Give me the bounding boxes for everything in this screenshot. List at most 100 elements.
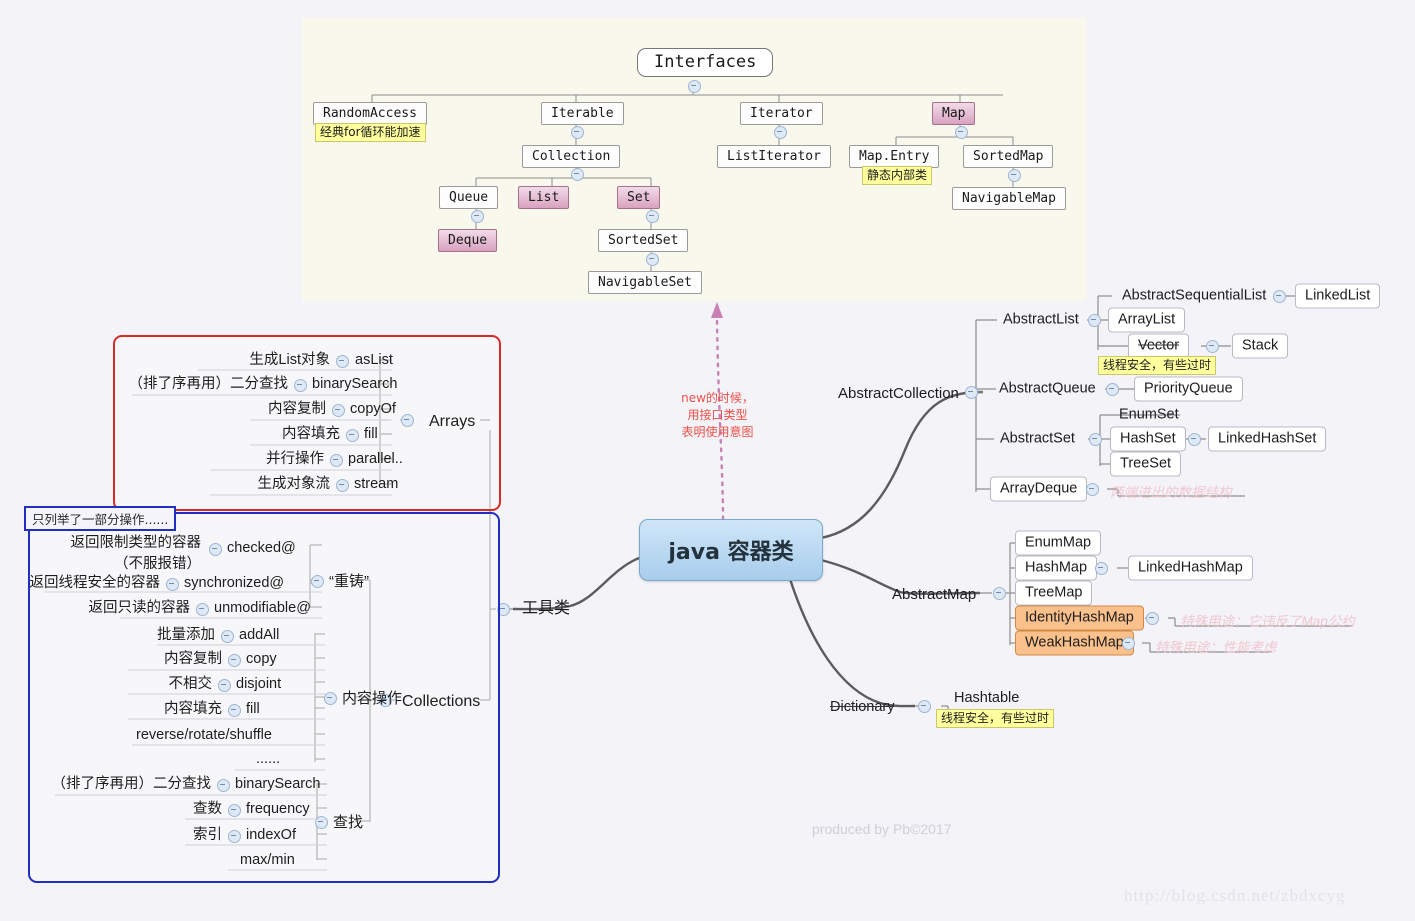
collapse-icon-search[interactable] <box>315 816 328 829</box>
node-linkedlist[interactable]: LinkedList <box>1295 283 1381 309</box>
node-arraydeque[interactable]: ArrayDeque <box>990 476 1088 502</box>
node-identityhashmap[interactable]: IdentityHashMap <box>1015 605 1144 631</box>
node-collection[interactable]: Collection <box>522 145 621 168</box>
arrays-item-5-method[interactable]: stream <box>354 475 398 493</box>
arrays-item-4-method[interactable]: parallel.. <box>348 450 403 468</box>
node-abstractlist[interactable]: AbstractList <box>1001 310 1081 331</box>
node-treemap[interactable]: TreeMap <box>1015 580 1093 606</box>
bullet-icon-aslist[interactable] <box>336 355 349 368</box>
node-enumset[interactable]: EnumSet <box>1117 405 1181 426</box>
collapse-icon-arraydeque[interactable] <box>1086 483 1099 496</box>
collapse-icon-interfaces[interactable] <box>688 80 701 93</box>
bullet-icon-addall[interactable] <box>221 630 234 643</box>
node-abstractmap[interactable]: AbstractMap <box>890 584 978 605</box>
bullet-icon-disjoint[interactable] <box>218 679 231 692</box>
collections-recast-2-method[interactable]: unmodifiable@ <box>214 599 311 617</box>
collapse-icon-iterator[interactable] <box>774 126 787 139</box>
collapse-icon-abstractsequentiallist[interactable] <box>1273 290 1286 303</box>
collections-search-2-method[interactable]: indexOf <box>246 826 296 844</box>
collections-search-1-method[interactable]: frequency <box>246 800 310 818</box>
node-stack[interactable]: Stack <box>1232 333 1289 359</box>
bullet-icon-copyof[interactable] <box>332 404 345 417</box>
bullet-icon-indexof[interactable] <box>228 830 241 843</box>
node-enummap[interactable]: EnumMap <box>1015 530 1102 556</box>
collections-title[interactable]: Collections <box>400 691 482 712</box>
collections-content-5-method[interactable]: ...... <box>256 750 280 768</box>
bullet-icon-collections-binarysearch[interactable] <box>217 779 230 792</box>
collections-content-2-method[interactable]: disjoint <box>236 675 281 693</box>
node-abstractsequentiallist[interactable]: AbstractSequentialList <box>1120 286 1268 307</box>
collections-search-3-method[interactable]: max/min <box>240 851 295 869</box>
bullet-icon-parallel[interactable] <box>330 454 343 467</box>
collapse-icon-map[interactable] <box>955 126 968 139</box>
bullet-icon-arrays-fill[interactable] <box>346 429 359 442</box>
collapse-icon-collection[interactable] <box>571 168 584 181</box>
collapse-icon-queue[interactable] <box>471 210 484 223</box>
collapse-icon-arrays[interactable] <box>401 414 414 427</box>
node-iterable[interactable]: Iterable <box>541 102 624 125</box>
collapse-icon-hashmap[interactable] <box>1095 562 1108 575</box>
bullet-icon-unmodifiable[interactable] <box>196 603 209 616</box>
collections-group-recast[interactable]: “重铸” <box>327 571 371 592</box>
collapse-icon-abstractlist[interactable] <box>1088 314 1101 327</box>
bullet-icon-stream[interactable] <box>336 479 349 492</box>
node-weakhashmap[interactable]: WeakHashMap <box>1015 630 1134 656</box>
collapse-icon-dictionary[interactable] <box>918 700 931 713</box>
collections-group-content[interactable]: 内容操作 <box>340 688 404 709</box>
arrays-item-2-method[interactable]: copyOf <box>350 400 396 418</box>
interfaces-root[interactable]: Interfaces <box>637 48 774 77</box>
bullet-icon-collections-fill[interactable] <box>228 704 241 717</box>
collections-content-3-method[interactable]: fill <box>246 700 260 718</box>
node-arraylist[interactable]: ArrayList <box>1108 307 1186 333</box>
bullet-icon-frequency[interactable] <box>228 804 241 817</box>
bullet-icon-copy[interactable] <box>228 654 241 667</box>
collapse-icon-iterable[interactable] <box>571 126 584 139</box>
branch-tools[interactable]: 工具类 <box>520 598 572 619</box>
collapse-icon-weakhashmap[interactable] <box>1122 637 1135 650</box>
node-hashset[interactable]: HashSet <box>1110 426 1186 452</box>
node-abstractqueue[interactable]: AbstractQueue <box>997 379 1098 400</box>
collapse-icon-sortedmap[interactable] <box>1008 169 1021 182</box>
node-randomaccess[interactable]: RandomAccess <box>313 102 427 125</box>
node-list[interactable]: List <box>518 186 570 209</box>
node-listiterator[interactable]: ListIterator <box>717 145 831 168</box>
collapse-icon-recast[interactable] <box>311 575 324 588</box>
arrays-item-3-method[interactable]: fill <box>364 425 378 443</box>
node-map-entry[interactable]: Map.Entry <box>849 145 940 168</box>
collapse-icon-abstractmap[interactable] <box>993 587 1006 600</box>
collections-search-0-method[interactable]: binarySearch <box>235 775 320 793</box>
node-treeset[interactable]: TreeSet <box>1110 451 1182 477</box>
node-vector[interactable]: Vector <box>1128 333 1190 359</box>
node-sortedset[interactable]: SortedSet <box>598 229 689 252</box>
collections-content-0-method[interactable]: addAll <box>239 626 279 644</box>
collections-recast-0-method[interactable]: checked@ <box>227 539 296 557</box>
node-abstractcollection[interactable]: AbstractCollection <box>836 383 961 404</box>
node-hashtable[interactable]: Hashtable <box>952 688 1021 709</box>
node-priorityqueue[interactable]: PriorityQueue <box>1134 376 1243 402</box>
collapse-icon-abstractset[interactable] <box>1089 433 1102 446</box>
collections-content-1-method[interactable]: copy <box>246 650 277 668</box>
collections-content-4-method[interactable]: reverse/rotate/shuffle <box>136 726 272 744</box>
collapse-icon-abstractqueue[interactable] <box>1106 383 1119 396</box>
collapse-icon-identityhashmap[interactable] <box>1146 612 1159 625</box>
collapse-icon-content-ops[interactable] <box>324 692 337 705</box>
node-sortedmap[interactable]: SortedMap <box>963 145 1054 168</box>
node-navigablemap[interactable]: NavigableMap <box>952 187 1066 210</box>
bullet-icon-arrays-binarysearch[interactable] <box>294 379 307 392</box>
arrays-item-1-method[interactable]: binarySearch <box>312 375 397 393</box>
node-set[interactable]: Set <box>617 186 661 209</box>
bullet-icon-synchronized[interactable] <box>166 578 179 591</box>
node-linkedhashmap[interactable]: LinkedHashMap <box>1128 555 1253 581</box>
collections-recast-1-method[interactable]: synchronized@ <box>184 574 284 592</box>
arrays-item-0-method[interactable]: asList <box>355 351 393 369</box>
bullet-icon-checked[interactable] <box>209 543 222 556</box>
node-abstractset[interactable]: AbstractSet <box>998 429 1077 450</box>
node-hashmap[interactable]: HashMap <box>1015 555 1098 581</box>
node-deque[interactable]: Deque <box>438 229 498 252</box>
central-node[interactable]: java 容器类 <box>639 519 823 581</box>
collapse-icon-vector[interactable] <box>1206 340 1219 353</box>
node-queue[interactable]: Queue <box>439 186 499 209</box>
collections-group-search[interactable]: 查找 <box>331 812 365 833</box>
collapse-icon-sortedset[interactable] <box>646 253 659 266</box>
collapse-icon-abstractcollection[interactable] <box>965 386 978 399</box>
